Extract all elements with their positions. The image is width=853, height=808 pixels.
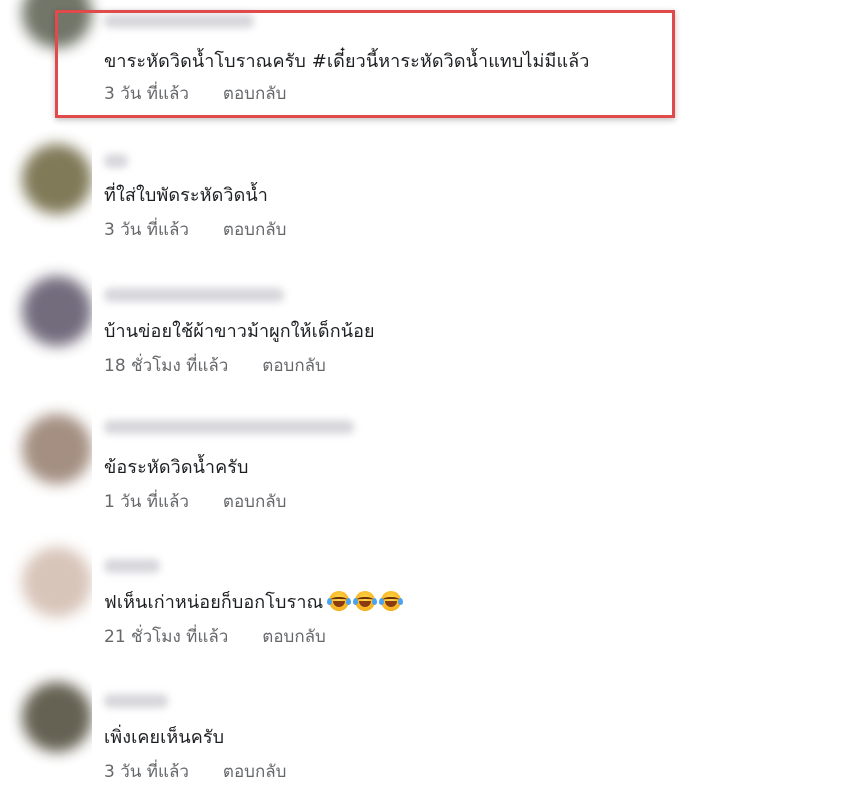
commenter-name-redacted	[104, 559, 160, 573]
commenter-name-redacted	[104, 14, 254, 28]
comment-time: 3 วัน ที่แล้ว	[104, 84, 189, 104]
commenter-name-redacted	[104, 154, 128, 168]
comment-item: ข้อระหัดวิดน้ำครับ 1 วัน ที่แล้ว ตอบกลับ	[0, 408, 853, 538]
comment-meta: 18 ชั่วโมง ที่แล้ว ตอบกลับ	[104, 352, 326, 379]
comment-text: บ้านข่อยใช้ผ้าขาวม้าผูกให้เด็กน้อย	[104, 321, 375, 342]
comment-text: ข้อระหัดวิดน้ำครับ	[104, 457, 249, 478]
comment-text: เพิ่งเคยเห็นครับ	[104, 727, 225, 748]
avatar[interactable]	[22, 0, 92, 48]
avatar[interactable]	[22, 682, 92, 752]
comment-meta: 3 วัน ที่แล้ว ตอบกลับ	[104, 80, 286, 107]
commenter-name-redacted	[104, 694, 168, 708]
comment-time: 18 ชั่วโมง ที่แล้ว	[104, 356, 229, 376]
commenter-name-redacted	[104, 420, 354, 434]
comment-time: 3 วัน ที่แล้ว	[104, 220, 189, 240]
comment-meta: 3 วัน ที่แล้ว ตอบกลับ	[104, 758, 286, 785]
comment-text-body: ฟเห็นเก่าหน่อยก็บอกโบราณ	[104, 592, 324, 613]
laughing-tears-emoji	[353, 591, 378, 611]
reply-link[interactable]: ตอบกลับ	[223, 84, 287, 104]
reply-link[interactable]: ตอบกลับ	[262, 627, 326, 647]
laughing-tears-emoji	[327, 591, 352, 611]
comment-time: 3 วัน ที่แล้ว	[104, 762, 189, 782]
reply-link[interactable]: ตอบกลับ	[223, 220, 287, 240]
comment-meta: 1 วัน ที่แล้ว ตอบกลับ	[104, 488, 286, 515]
comment-item: ขาระหัดวิดน้ำโบราณครับ #เดี๋ยวนี้หาระหัด…	[0, 0, 853, 130]
avatar[interactable]	[22, 547, 92, 617]
avatar[interactable]	[22, 144, 92, 214]
comment-time: 1 วัน ที่แล้ว	[104, 492, 189, 512]
comment-text: ที่ใส่ใบพัดระหัดวิดน้ำ	[104, 185, 268, 206]
laughing-tears-emoji	[379, 591, 404, 611]
reply-link[interactable]: ตอบกลับ	[223, 492, 287, 512]
comment-item: ที่ใส่ใบพัดระหัดวิดน้ำ 3 วัน ที่แล้ว ตอบก…	[0, 136, 853, 266]
avatar[interactable]	[22, 414, 92, 484]
commenter-name-redacted	[104, 288, 284, 302]
comment-meta: 21 ชั่วโมง ที่แล้ว ตอบกลับ	[104, 623, 326, 650]
reply-link[interactable]: ตอบกลับ	[223, 762, 287, 782]
comment-time: 21 ชั่วโมง ที่แล้ว	[104, 627, 229, 647]
comment-item: บ้านข่อยใช้ผ้าขาวม้าผูกให้เด็กน้อย 18 ชั…	[0, 272, 853, 402]
comment-text: ฟเห็นเก่าหน่อยก็บอกโบราณ	[104, 587, 404, 616]
reply-link[interactable]: ตอบกลับ	[262, 356, 326, 376]
comment-text: ขาระหัดวิดน้ำโบราณครับ #เดี๋ยวนี้หาระหัด…	[104, 51, 590, 72]
comment-item: เพิ่งเคยเห็นครับ 3 วัน ที่แล้ว ตอบกลับ	[0, 678, 853, 808]
avatar[interactable]	[22, 276, 92, 346]
comment-meta: 3 วัน ที่แล้ว ตอบกลับ	[104, 216, 286, 243]
comment-item: ฟเห็นเก่าหน่อยก็บอกโบราณ 21 ชั่วโมง ที่แ…	[0, 543, 853, 673]
